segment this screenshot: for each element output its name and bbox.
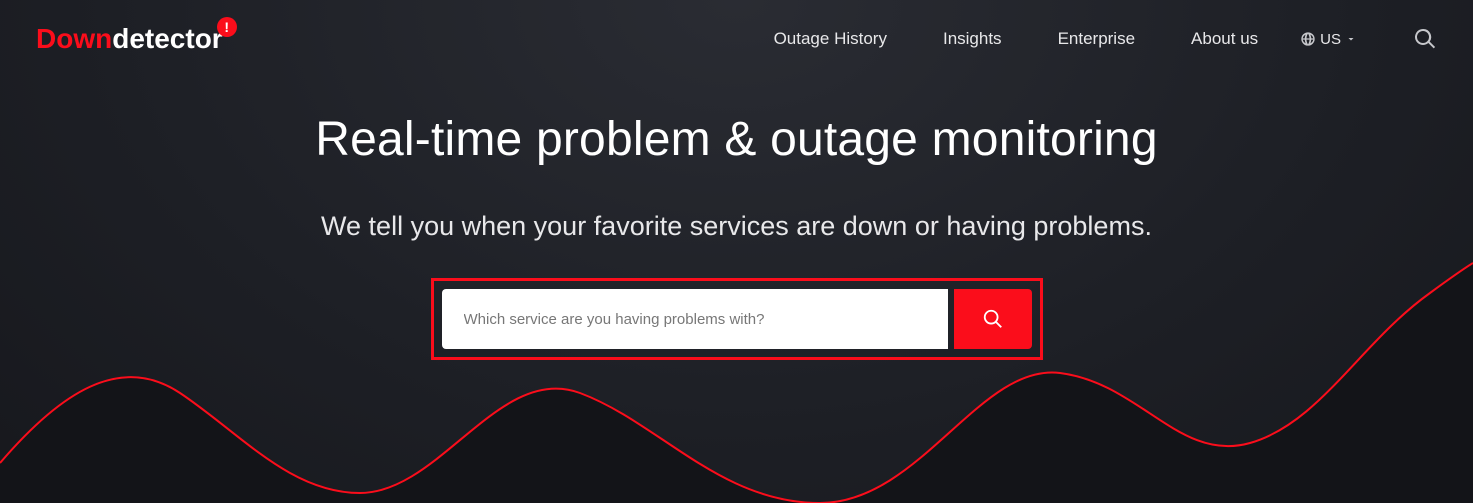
chevron-down-icon (1345, 33, 1357, 45)
logo[interactable]: Downdetector ! (36, 23, 223, 55)
header-search-button[interactable] (1413, 27, 1437, 51)
header: Downdetector ! Outage History Insights E… (0, 0, 1473, 60)
nav-about-us[interactable]: About us (1191, 29, 1258, 49)
nav-outage-history[interactable]: Outage History (774, 29, 887, 49)
globe-icon (1300, 31, 1316, 47)
hero-subtitle: We tell you when your favorite services … (0, 207, 1473, 246)
search-icon (1413, 27, 1437, 51)
search-input[interactable] (442, 289, 948, 349)
search-icon (982, 308, 1004, 330)
nav-insights[interactable]: Insights (943, 29, 1002, 49)
top-nav: Outage History Insights Enterprise About… (774, 27, 1437, 51)
exclamation-icon: ! (217, 17, 237, 37)
region-selector[interactable]: US (1300, 31, 1357, 48)
logo-text-down: Down (36, 23, 112, 55)
logo-text-detector: detector (112, 23, 222, 55)
search-container (431, 278, 1043, 360)
search-button[interactable] (954, 289, 1032, 349)
search-gap (948, 289, 954, 349)
nav-enterprise[interactable]: Enterprise (1058, 29, 1135, 49)
region-label: US (1320, 31, 1341, 48)
hero: Real-time problem & outage monitoring We… (0, 112, 1473, 360)
hero-title: Real-time problem & outage monitoring (0, 112, 1473, 167)
